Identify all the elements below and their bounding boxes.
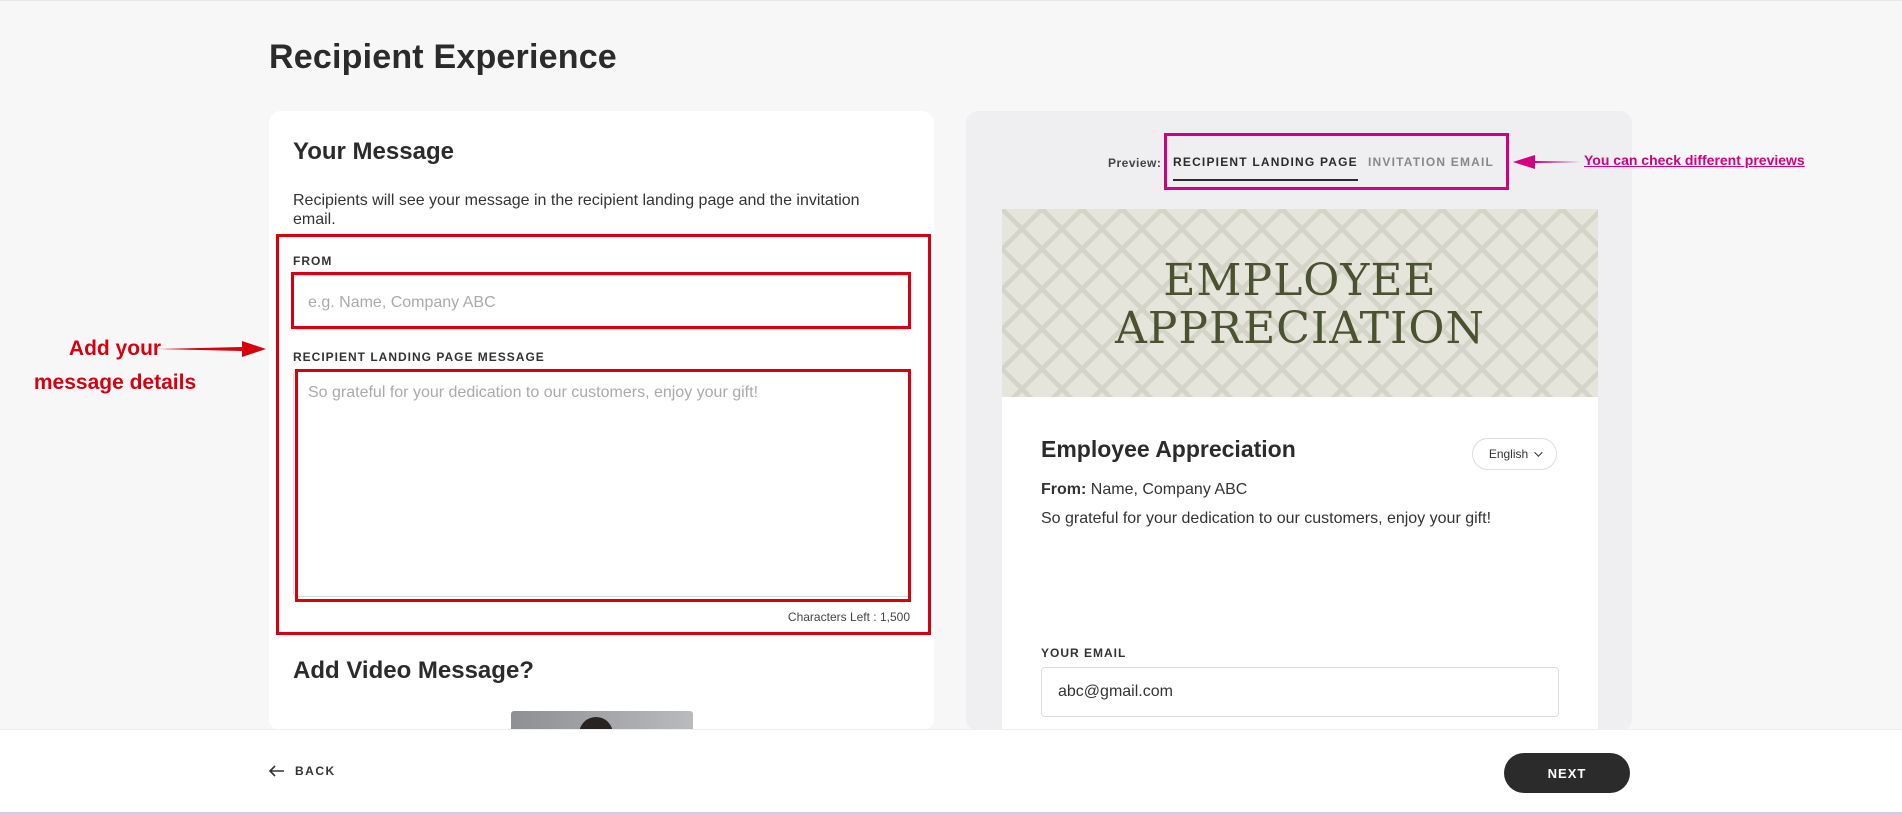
preview-label: Preview: [1108,156,1162,170]
red-arrow-icon [158,341,266,357]
magenta-arrow-icon [1513,155,1581,169]
preview-banner: EMPLOYEE APPRECIATION [1002,209,1598,397]
your-message-description: Recipients will see your message in the … [293,192,860,228]
language-select[interactable]: English [1472,438,1557,470]
preview-message: So grateful for your dedication to our c… [1041,510,1492,527]
preview-from-line: From: Name, Company ABC [1041,481,1247,499]
back-button[interactable]: BACK [269,764,336,778]
landing-page-preview: EMPLOYEE APPRECIATION Employee Appreciat… [1002,209,1598,731]
preview-landing-title: Employee Appreciation [1041,436,1296,462]
page-title: Recipient Experience [269,38,617,76]
your-message-title: Your Message [293,138,454,165]
chevron-down-icon [1534,448,1543,457]
banner-line-1: EMPLOYEE [1163,255,1437,306]
annotation-outline-landing-message [295,369,911,602]
footer-bar: BACK NEXT [0,729,1902,815]
arrow-left-icon [269,765,284,777]
annotation-outline-preview-tabs [1164,133,1509,190]
annotation-line-2: message details [33,371,197,394]
preview-email-input[interactable] [1041,667,1559,717]
language-select-value: English [1488,447,1529,461]
banner-line-2: APPRECIATION [1115,303,1485,354]
preview-card: Preview: RECIPIENT LANDING PAGE INVITATI… [966,111,1632,731]
annotation-outline-from-field [291,272,911,329]
preview-email-label: YOUR EMAIL [1041,646,1127,660]
preview-from-prefix: From: [1041,481,1087,498]
video-message-title: Add Video Message? [293,657,534,684]
next-button[interactable]: NEXT [1504,753,1630,793]
video-thumbnail[interactable] [511,711,693,731]
banner-text: EMPLOYEE APPRECIATION [1002,257,1598,353]
back-button-label: BACK [295,764,336,778]
annotation-check-previews: You can check different previews [1584,152,1805,168]
top-divider [0,0,1902,1]
preview-from-value: Name, Company ABC [1090,481,1248,498]
